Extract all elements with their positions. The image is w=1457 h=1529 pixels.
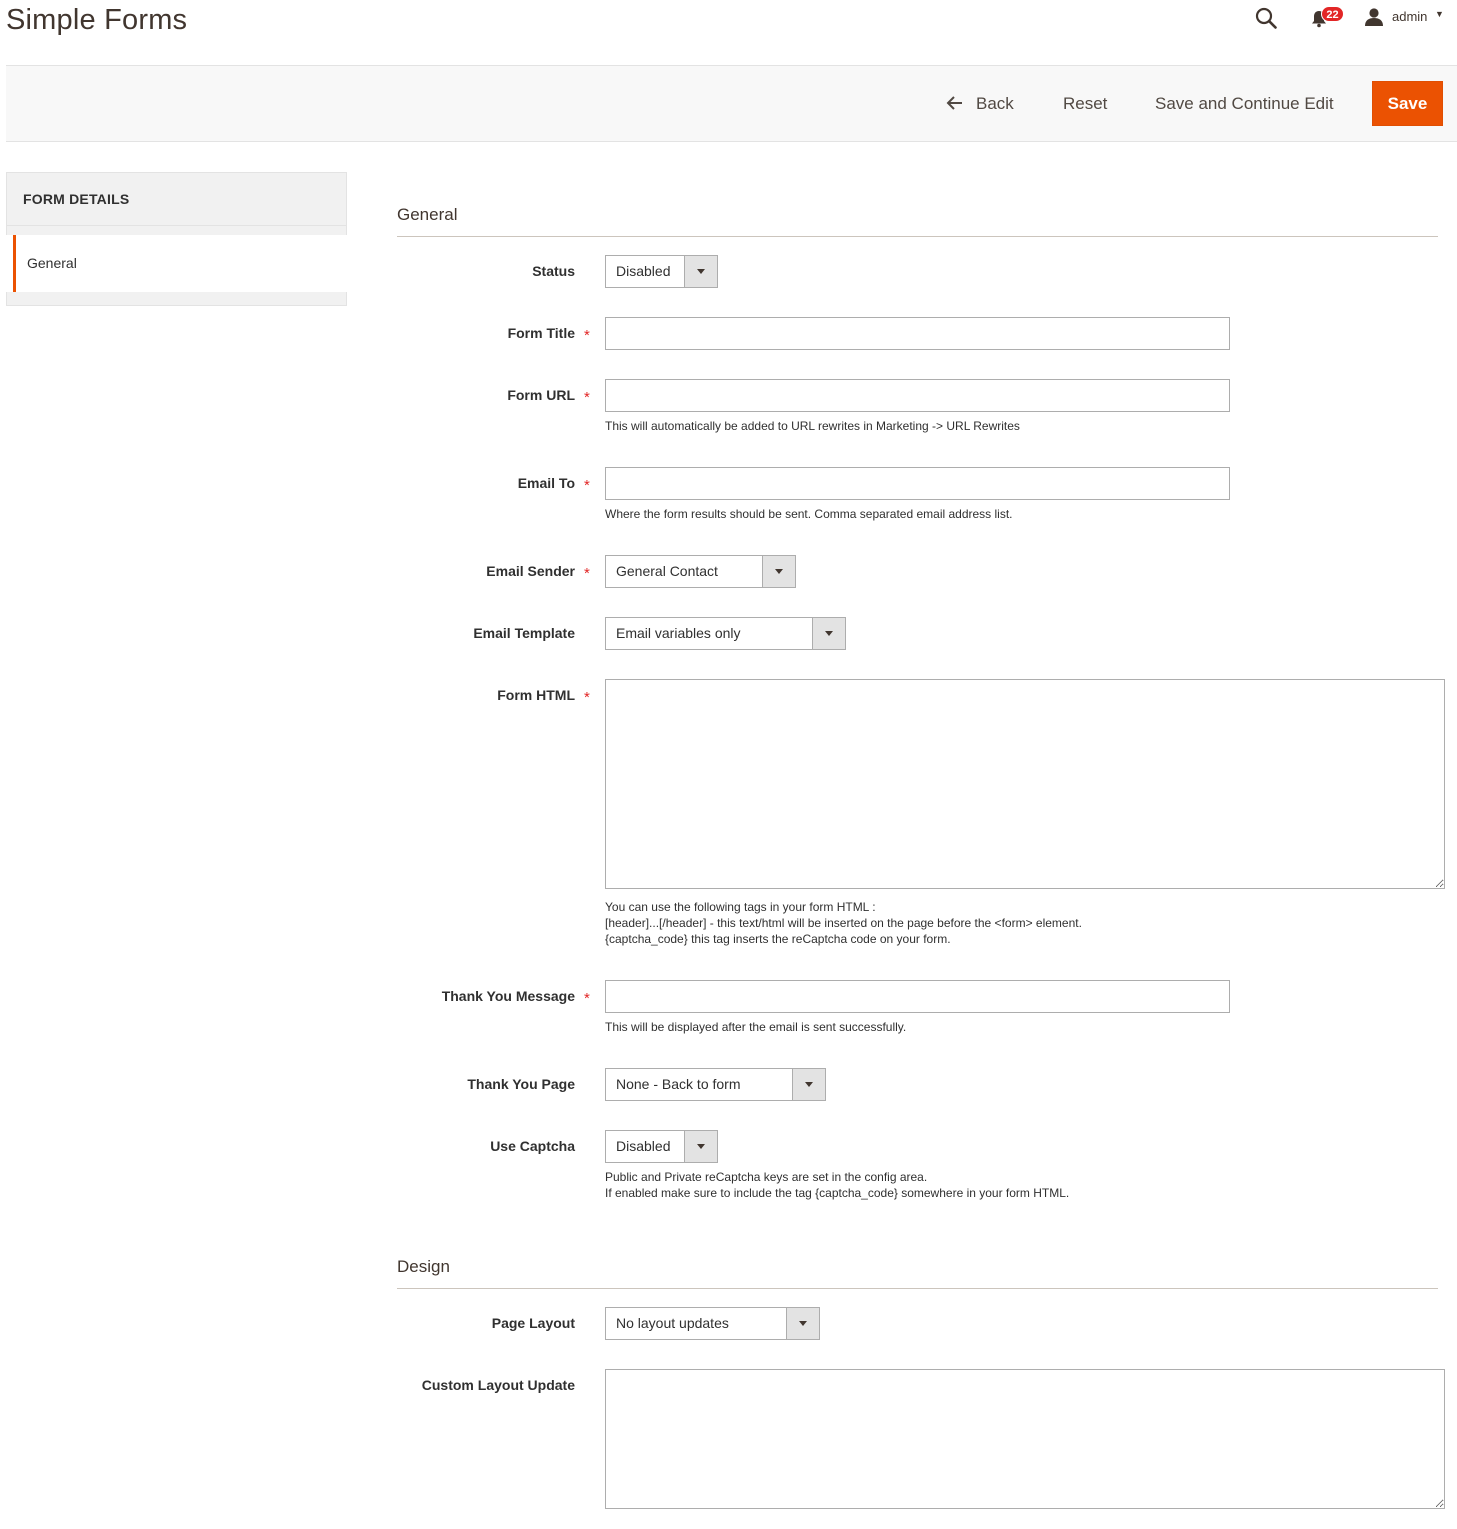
form-html-note-line: [header]...[/header] - this text/html wi… — [605, 916, 1082, 930]
required-marker: * — [584, 689, 590, 706]
thank-you-page-select[interactable]: None - Back to form — [605, 1068, 826, 1101]
email-to-label: Email To — [517, 475, 575, 491]
section-title-general[interactable]: General — [397, 205, 457, 225]
dropdown-arrow-icon — [684, 1131, 717, 1162]
dropdown-arrow-icon — [684, 256, 717, 287]
form-title-input[interactable] — [605, 317, 1230, 350]
sidebar-heading: FORM DETAILS — [6, 172, 347, 226]
use-captcha-note-line: If enabled make sure to include the tag … — [605, 1186, 1070, 1200]
form-html-note: You can use the following tags in your f… — [605, 899, 1082, 947]
caret-down-icon[interactable]: ▼ — [1435, 9, 1444, 19]
dropdown-arrow-icon — [792, 1069, 825, 1100]
email-sender-select-value: General Contact — [616, 563, 718, 579]
form-html-note-line: {captcha_code} this tag inserts the reCa… — [605, 932, 951, 946]
thank-you-page-select-value: None - Back to form — [616, 1076, 741, 1092]
use-captcha-label: Use Captcha — [490, 1138, 575, 1154]
thank-you-page-label: Thank You Page — [467, 1076, 575, 1092]
required-marker: * — [584, 565, 590, 582]
required-marker: * — [584, 990, 590, 1007]
status-select[interactable]: Disabled — [605, 255, 718, 288]
custom-layout-update-label: Custom Layout Update — [421, 1377, 575, 1393]
reset-button[interactable]: Reset — [1063, 82, 1107, 126]
dropdown-arrow-icon — [812, 618, 845, 649]
page-layout-label: Page Layout — [491, 1315, 575, 1331]
user-icon[interactable] — [1364, 7, 1384, 27]
status-label: Status — [532, 263, 575, 279]
required-marker: * — [584, 327, 590, 344]
status-select-value: Disabled — [616, 263, 671, 279]
form-url-label: Form URL — [507, 387, 575, 403]
email-sender-label: Email Sender — [486, 563, 575, 579]
form-title-label: Form Title — [507, 325, 575, 341]
save-and-continue-button[interactable]: Save and Continue Edit — [1155, 82, 1334, 126]
form-html-note-line: You can use the following tags in your f… — [605, 900, 876, 914]
section-title-design[interactable]: Design — [397, 1257, 450, 1277]
email-sender-select[interactable]: General Contact — [605, 555, 796, 588]
form-html-label: Form HTML — [497, 687, 575, 703]
arrow-left-icon — [946, 96, 962, 110]
page-layout-select[interactable]: No layout updates — [605, 1307, 820, 1340]
form-html-textarea[interactable] — [605, 679, 1445, 889]
user-menu-label[interactable]: admin — [1392, 9, 1427, 24]
search-icon[interactable] — [1255, 7, 1277, 29]
email-template-label: Email Template — [473, 625, 575, 641]
sidebar-divider — [6, 292, 347, 306]
email-to-note: Where the form results should be sent. C… — [605, 507, 1013, 521]
email-template-select-value: Email variables only — [616, 625, 741, 641]
dropdown-arrow-icon — [762, 556, 795, 587]
form-url-input[interactable] — [605, 379, 1230, 412]
email-template-select[interactable]: Email variables only — [605, 617, 846, 650]
notification-count-badge[interactable]: 22 — [1321, 6, 1344, 22]
use-captcha-select[interactable]: Disabled — [605, 1130, 718, 1163]
back-button[interactable]: Back — [946, 82, 1014, 126]
sidebar: FORM DETAILS General — [6, 172, 347, 306]
sidebar-divider — [6, 226, 347, 235]
use-captcha-select-value: Disabled — [616, 1138, 671, 1154]
section-divider — [397, 236, 1438, 237]
page-title: Simple Forms — [6, 4, 188, 36]
use-captcha-note: Public and Private reCaptcha keys are se… — [605, 1169, 1069, 1201]
form-url-note: This will automatically be added to URL … — [605, 419, 1020, 433]
section-divider — [397, 1288, 1438, 1289]
required-marker: * — [584, 477, 590, 494]
thank-you-message-note: This will be displayed after the email i… — [605, 1020, 907, 1034]
thank-you-message-input[interactable] — [605, 980, 1230, 1013]
custom-layout-update-textarea[interactable] — [605, 1369, 1445, 1509]
page-layout-select-value: No layout updates — [616, 1315, 729, 1331]
save-button[interactable]: Save — [1372, 81, 1443, 126]
use-captcha-note-line: Public and Private reCaptcha keys are se… — [605, 1170, 928, 1184]
required-marker: * — [584, 389, 590, 406]
email-to-input[interactable] — [605, 467, 1230, 500]
dropdown-arrow-icon — [786, 1308, 819, 1339]
thank-you-message-label: Thank You Message — [441, 988, 575, 1004]
back-button-label: Back — [976, 94, 1014, 113]
page-actions-toolbar: Back Reset Save and Continue Edit Save — [6, 65, 1457, 142]
